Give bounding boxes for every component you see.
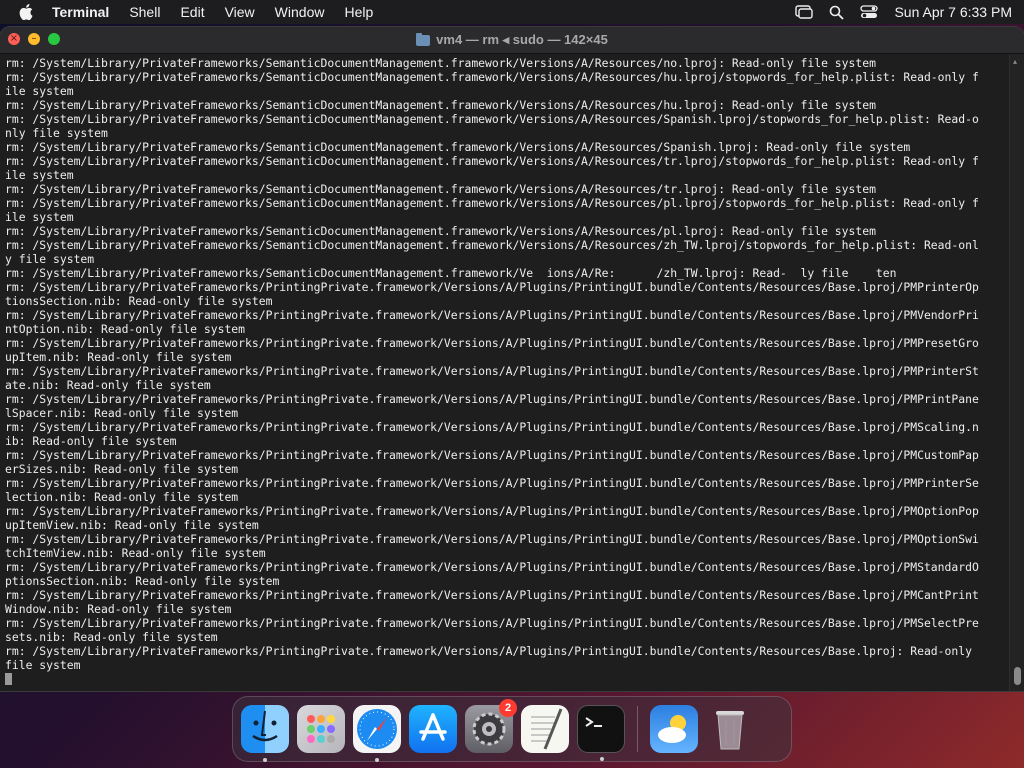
terminal-line: rm: /System/Library/PrivateFrameworks/Pr… [5,504,979,518]
notification-badge: 2 [499,699,517,717]
terminal-line: tchItemView.nib: Read-only file system [5,546,266,560]
window-title: vm4 — rm ◂ sudo — 142×45 [416,32,608,48]
menu-view[interactable]: View [225,4,255,20]
weather-icon [658,715,686,743]
terminal-line: rm: /System/Library/PrivateFrameworks/Pr… [5,308,979,322]
dock-safari[interactable] [353,705,401,762]
dock-textedit[interactable] [521,705,569,753]
terminal-line: rm: /System/Library/PrivateFrameworks/Se… [5,196,979,210]
terminal-line: rm: /System/Library/PrivateFrameworks/Se… [5,56,876,70]
dock-finder[interactable] [241,705,289,762]
screen-mirroring-icon[interactable] [795,5,814,19]
dock-separator [637,706,638,752]
terminal-line: rm: /System/Library/PrivateFrameworks/Se… [5,140,911,154]
terminal-line: ptionsSection.nib: Read-only file system [5,574,280,588]
terminal-line: upItemView.nib: Read-only file system [5,518,259,532]
zoom-button[interactable] [48,33,60,45]
text-cursor [5,673,12,685]
terminal-line: rm: /System/Library/PrivateFrameworks/Se… [5,112,979,126]
terminal-line: rm: /System/Library/PrivateFrameworks/Se… [5,70,979,84]
textedit-icon [531,708,563,750]
terminal-line: ib: Read-only file system [5,434,177,448]
terminal-line: rm: /System/Library/PrivateFrameworks/Pr… [5,644,972,658]
terminal-line: rm: /System/Library/PrivateFrameworks/Pr… [5,532,979,546]
scroll-up-icon[interactable]: ▴ [1013,58,1021,66]
terminal-line: rm: /System/Library/PrivateFrameworks/Pr… [5,588,979,602]
apple-menu-icon[interactable] [12,4,40,20]
dock-app-store[interactable] [409,705,457,753]
terminal-line: lection.nib: Read-only file system [5,490,239,504]
terminal-prompt-line [5,672,1010,686]
clock-datetime[interactable]: Sun Apr 7 6:33 PM [894,4,1012,20]
close-icon: × [9,33,19,44]
terminal-line: erSizes.nib: Read-only file system [5,462,239,476]
terminal-line: lSpacer.nib: Read-only file system [5,406,239,420]
folder-icon [416,32,431,46]
launchpad-icon [307,715,335,743]
control-center-icon[interactable] [860,5,879,19]
terminal-line: rm: /System/Library/PrivateFrameworks/Se… [5,238,979,252]
menu-app-name[interactable]: Terminal [52,4,109,20]
dock-launchpad[interactable] [297,705,345,753]
terminal-line: rm: /System/Library/PrivateFrameworks/Pr… [5,616,979,630]
terminal-line: rm: /System/Library/PrivateFrameworks/Se… [5,154,979,168]
terminal-line: rm: /System/Library/PrivateFrameworks/Pr… [5,420,979,434]
terminal-line: rm: /System/Library/PrivateFrameworks/Se… [5,182,876,196]
running-indicator [375,758,379,762]
terminal-line: rm: /System/Library/PrivateFrameworks/Pr… [5,476,979,490]
trash-icon [716,711,744,750]
spotlight-search-icon[interactable] [829,5,845,20]
terminal-output[interactable]: rm: /System/Library/PrivateFrameworks/Se… [0,54,1010,691]
terminal-line: rm: /System/Library/PrivateFrameworks/Se… [5,98,876,112]
terminal-line: ile system [5,168,74,182]
terminal-line: rm: /System/Library/PrivateFrameworks/Pr… [5,392,979,406]
terminal-line: tionsSection.nib: Read-only file system [5,294,273,308]
safari-icon [357,709,397,749]
menu-bar: Terminal Shell Edit View Window Help Sun… [0,0,1024,24]
scrollbar-thumb[interactable] [1014,667,1021,685]
terminal-line: ate.nib: Read-only file system [5,378,211,392]
vertical-scrollbar[interactable]: ▴ [1009,54,1024,691]
minimize-icon: – [31,33,37,44]
terminal-icon [585,717,602,727]
terminal-line: ile system [5,210,74,224]
terminal-line: rm: /System/Library/PrivateFrameworks/Se… [5,266,897,280]
terminal-line: rm: /System/Library/PrivateFrameworks/Se… [5,224,876,238]
window-titlebar[interactable]: × – vm4 — rm ◂ sudo — 142×45 [0,27,1024,54]
terminal-line: rm: /System/Library/PrivateFrameworks/Pr… [5,280,979,294]
app-store-icon [419,713,447,741]
dock-weather[interactable] [650,705,698,753]
terminal-line: rm: /System/Library/PrivateFrameworks/Pr… [5,364,979,378]
terminal-line: y file system [5,252,95,266]
window-controls: × – [8,33,60,45]
dock-terminal[interactable] [577,705,625,761]
terminal-line: rm: /System/Library/PrivateFrameworks/Pr… [5,448,979,462]
terminal-line: Window.nib: Read-only file system [5,602,232,616]
menu-shell[interactable]: Shell [129,4,160,20]
terminal-line: rm: /System/Library/PrivateFrameworks/Pr… [5,560,979,574]
terminal-line: nly file system [5,126,108,140]
dock: 2 [232,696,792,762]
window-title-text: vm4 — rm ◂ sudo — 142×45 [436,32,608,47]
dock-system-settings[interactable]: 2 [465,699,517,753]
terminal-line: file system [5,658,81,672]
terminal-line: rm: /System/Library/PrivateFrameworks/Pr… [5,336,979,350]
terminal-line: ntOption.nib: Read-only file system [5,322,246,336]
dock-trash[interactable] [706,705,754,753]
terminal-line: ile system [5,84,74,98]
running-indicator [263,758,267,762]
terminal-line: sets.nib: Read-only file system [5,630,218,644]
minimize-button[interactable]: – [28,33,40,45]
terminal-line: upItem.nib: Read-only file system [5,350,232,364]
close-button[interactable]: × [8,33,20,45]
running-indicator [600,757,604,761]
menu-help[interactable]: Help [344,4,373,20]
terminal-window: × – vm4 — rm ◂ sudo — 142×45 rm: /System… [0,27,1024,691]
menu-edit[interactable]: Edit [180,4,204,20]
finder-icon [252,710,278,742]
menu-window[interactable]: Window [275,4,325,20]
